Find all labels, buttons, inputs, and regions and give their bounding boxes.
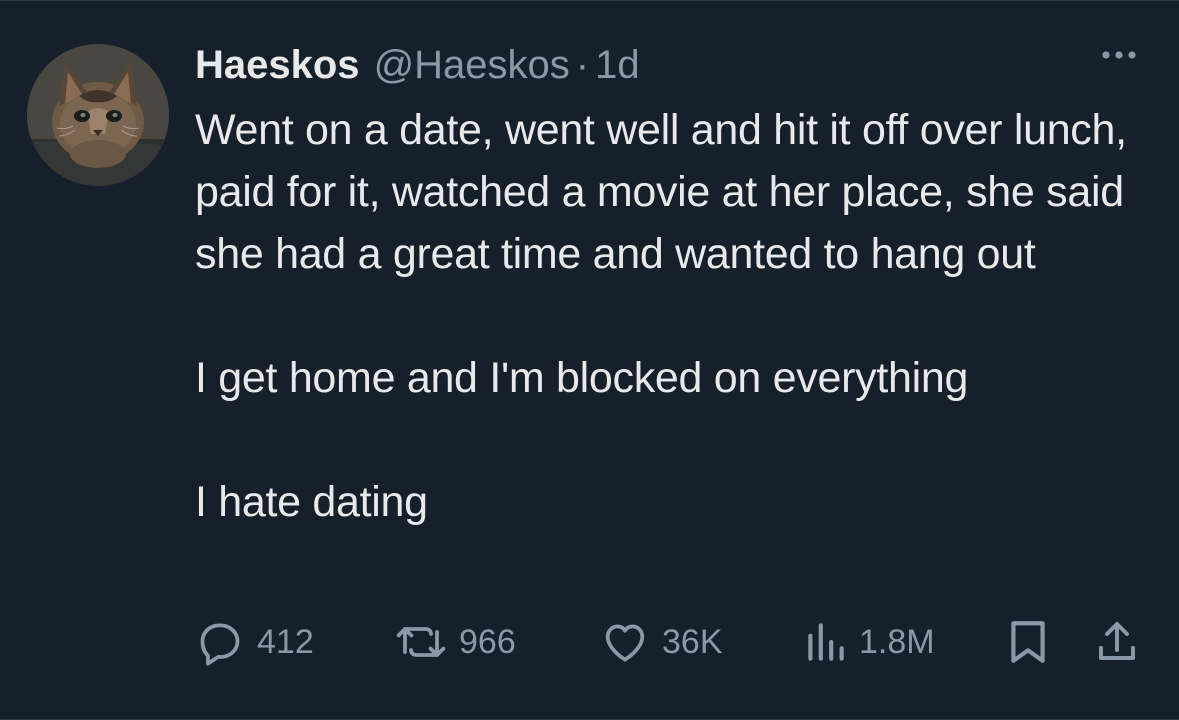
author-handle[interactable]: @Haeskos bbox=[374, 37, 570, 93]
bookmark-icon bbox=[1011, 621, 1045, 663]
tweet-timestamp[interactable]: 1d bbox=[595, 37, 640, 93]
tweet-actions: 412 966 36K 1.8M bbox=[195, 613, 1145, 671]
reply-count: 412 bbox=[257, 622, 314, 661]
views-button[interactable]: 1.8M bbox=[805, 613, 935, 671]
more-options-button[interactable] bbox=[1099, 45, 1139, 65]
reply-button[interactable]: 412 bbox=[195, 613, 314, 671]
avatar[interactable] bbox=[27, 44, 169, 186]
tweet-paragraph: I hate dating bbox=[195, 478, 428, 526]
views-count: 1.8M bbox=[859, 622, 935, 661]
author-display-name[interactable]: Haeskos bbox=[195, 37, 360, 93]
bookmark-button[interactable] bbox=[1007, 613, 1049, 671]
repost-button[interactable]: 966 bbox=[395, 613, 516, 671]
tweet-paragraph: I get home and I'm blocked on everything bbox=[195, 354, 969, 402]
tweet-text: Went on a date, went well and hit it off… bbox=[195, 99, 1139, 533]
cat-avatar-icon bbox=[27, 44, 169, 186]
repost-icon bbox=[396, 627, 446, 657]
share-button[interactable] bbox=[1095, 613, 1139, 671]
share-icon bbox=[1099, 622, 1135, 660]
tweet-header: Haeskos @Haeskos · 1d bbox=[195, 37, 1139, 93]
views-icon bbox=[808, 623, 844, 661]
reply-icon bbox=[200, 623, 240, 666]
tweet-paragraph: Went on a date, went well and hit it off… bbox=[195, 106, 1127, 278]
more-icon bbox=[1102, 51, 1136, 59]
like-button[interactable]: 36K bbox=[600, 613, 723, 671]
like-icon bbox=[605, 624, 645, 662]
repost-count: 966 bbox=[459, 622, 516, 661]
header-separator: · bbox=[575, 43, 590, 87]
tweet-card: Haeskos @Haeskos · 1d Went on a date, we… bbox=[0, 0, 1179, 720]
tweet-content: Haeskos @Haeskos · 1d Went on a date, we… bbox=[195, 37, 1139, 533]
like-count: 36K bbox=[662, 622, 723, 661]
